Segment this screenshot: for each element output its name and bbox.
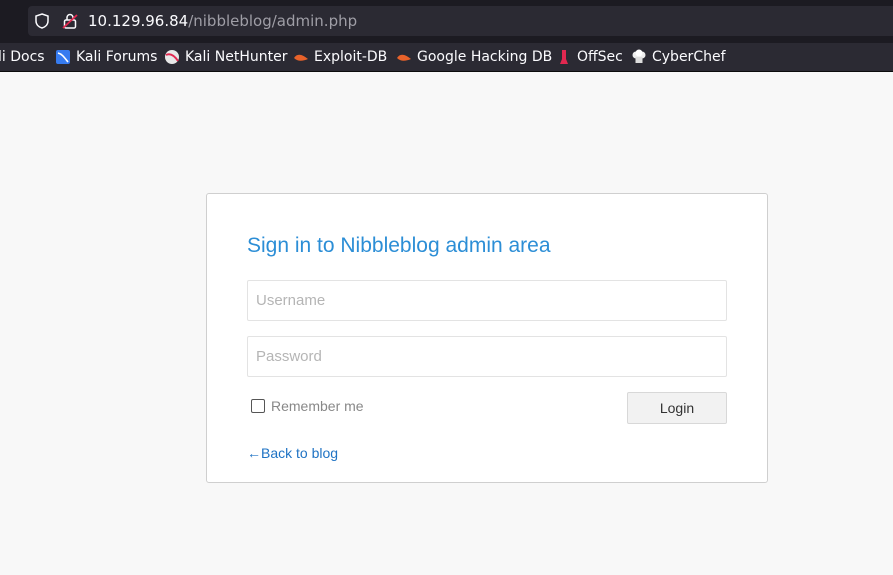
bookmark-offsec[interactable]: OffSec	[556, 47, 623, 67]
bookmark-label: CyberChef	[652, 49, 726, 65]
address-bar[interactable]: 10.129.96.84/nibbleblog/admin.php ☆	[28, 6, 893, 36]
remember-me[interactable]: Remember me	[251, 398, 364, 414]
url-path: /nibbleblog/admin.php	[188, 12, 358, 30]
bookmark-kali-docs[interactable]: li Docs	[0, 47, 45, 67]
bookmark-google-hacking-db[interactable]: Google Hacking DB	[396, 47, 552, 67]
kali-forums-icon	[55, 49, 71, 65]
url-text[interactable]: 10.129.96.84/nibbleblog/admin.php	[88, 12, 357, 30]
bookmark-label: Google Hacking DB	[417, 49, 553, 65]
password-input[interactable]	[247, 336, 727, 377]
login-card: Sign in to Nibbleblog admin area Remembe…	[206, 193, 768, 483]
browser-toolbar: 10.129.96.84/nibbleblog/admin.php ☆	[0, 0, 893, 43]
bookmark-label: li Docs	[0, 49, 45, 65]
username-input[interactable]	[247, 280, 727, 321]
kali-nethunter-icon	[164, 49, 180, 65]
back-to-blog-link[interactable]: ←Back to blog	[247, 445, 338, 461]
bookmarks-toolbar: li Docs Kali Forums Kali NetHunter Explo…	[0, 43, 893, 72]
google-hacking-db-icon	[396, 49, 412, 65]
remember-me-label: Remember me	[271, 398, 364, 414]
bookmark-kali-forums[interactable]: Kali Forums	[55, 47, 157, 67]
bookmark-label: Exploit-DB	[314, 49, 388, 65]
insecure-lock-icon[interactable]	[62, 12, 78, 30]
bookmark-label: Kali Forums	[76, 49, 158, 65]
login-button[interactable]: Login	[627, 392, 727, 424]
cyberchef-icon	[631, 49, 647, 65]
bookmark-label: OffSec	[577, 49, 623, 65]
tracking-protection-shield-icon[interactable]	[34, 13, 50, 29]
bookmark-kali-nethunter[interactable]: Kali NetHunter	[164, 47, 287, 67]
bookmark-cyberchef[interactable]: CyberChef	[631, 47, 726, 67]
offsec-icon	[556, 49, 572, 65]
exploit-db-icon	[293, 49, 309, 65]
url-host: 10.129.96.84	[88, 12, 189, 30]
page-title: Sign in to Nibbleblog admin area	[247, 234, 551, 257]
remember-me-checkbox[interactable]	[251, 399, 265, 413]
bookmark-label: Kali NetHunter	[185, 49, 288, 65]
bookmark-exploit-db[interactable]: Exploit-DB	[293, 47, 387, 67]
